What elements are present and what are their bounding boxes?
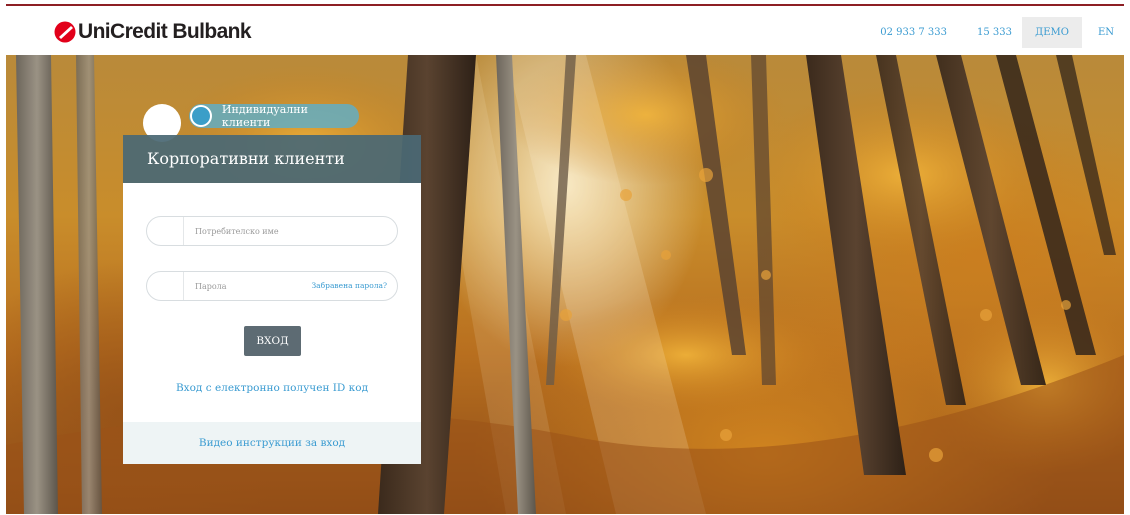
login-card-footer: Видео инструкции за вход [123,422,421,464]
login-button[interactable]: ВХОД [244,326,301,356]
logo[interactable]: UniCredit Bulbank [54,20,252,44]
username-field [146,216,398,246]
id-code-login-link[interactable]: Вход с електронно получен ID код [123,382,421,394]
username-field-divider [183,217,184,245]
logo-text: UniCredit Bulbank [78,20,252,43]
video-instructions-link[interactable]: Видео инструкции за вход [123,437,421,449]
login-card-header: Корпоративни клиенти [123,135,421,183]
password-field-divider [183,272,184,300]
forgot-password-link[interactable]: Забравена парола? [312,281,388,290]
individual-clients-tab[interactable]: Индивидуални клиенти [189,103,359,129]
login-card-title: Корпоративни клиенти [147,149,345,168]
language-switch-en[interactable]: EN [1092,17,1120,48]
password-input[interactable] [195,272,325,300]
demo-button[interactable]: ДЕМО [1022,17,1082,48]
login-card-body: Забравена парола? ВХОД Вход с електронно… [123,183,421,422]
phone-link-short[interactable]: 15 333 [977,17,1012,48]
header-nav: 02 933 7 333 15 333 ДЕМО EN [880,17,1124,48]
header: UniCredit Bulbank 02 933 7 333 15 333 ДЕ… [6,6,1124,55]
username-input[interactable] [195,217,325,245]
unicredit-logo-icon [54,21,76,43]
individual-clients-radio[interactable] [190,105,212,127]
password-field: Забравена парола? [146,271,398,301]
phone-link-main[interactable]: 02 933 7 333 [880,17,947,48]
individual-clients-label: Индивидуални клиенти [221,103,308,129]
